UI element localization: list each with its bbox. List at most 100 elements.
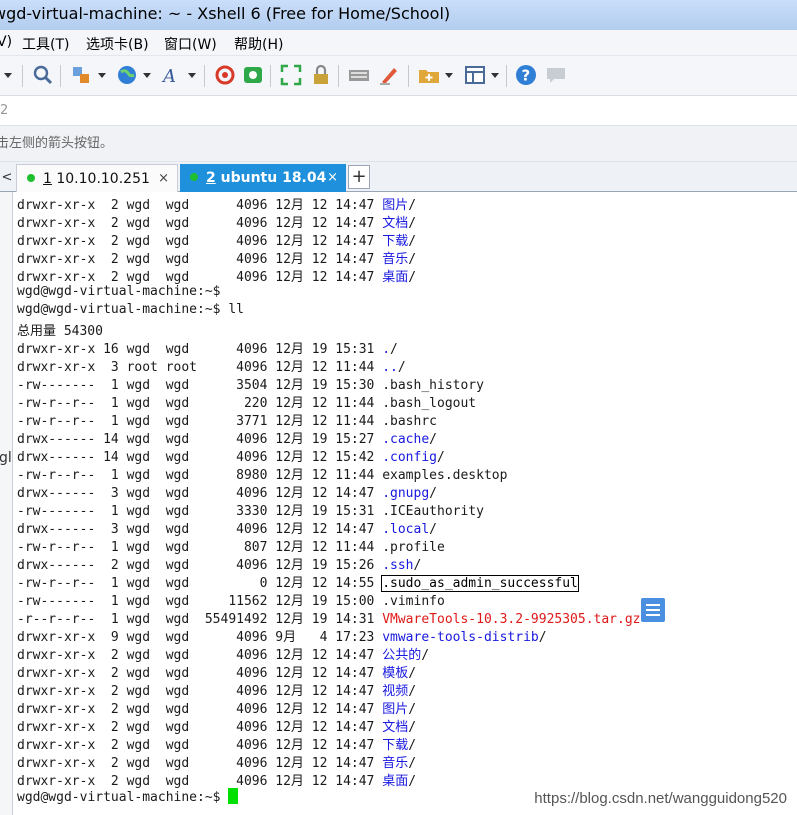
terminal-line: 总用量 54300 — [14, 320, 797, 339]
tab-session-1[interactable]: 1 10.10.10.251 × — [16, 164, 178, 192]
file-name: .bash_logout — [382, 396, 477, 411]
tab-number: 2 — [206, 170, 216, 186]
file-name: 公共的 — [382, 648, 422, 663]
tab-session-2[interactable]: 2 ubuntu 18.04 × — [180, 164, 346, 192]
tab-bar: < 1 10.10.10.251 × 2 ubuntu 18.04 × + — [0, 162, 797, 192]
terminal-output[interactable]: drwxr-xr-x 2 wgd wgd 4096 12月 12 14:47 图… — [14, 192, 797, 815]
terminal-line-text: wgd@wgd-virtual-machine:~$ ll — [17, 302, 244, 317]
terminal-cursor — [228, 788, 239, 804]
terminal-line: drwxr-xr-x 2 wgd wgd 4096 12月 12 14:47 桌… — [14, 770, 797, 789]
toolbar-separator — [22, 65, 23, 87]
terminal-line-text: drwxr-xr-x 2 wgd wgd 4096 12月 12 14:47 — [17, 720, 383, 735]
address-bar[interactable]: 2 — [0, 96, 797, 126]
file-name: .ssh — [382, 558, 414, 573]
caret-icon[interactable] — [491, 73, 499, 78]
terminal-line: drwxr-xr-x 16 wgd wgd 4096 12月 19 15:31 … — [14, 338, 797, 357]
file-name: examples.desktop — [382, 468, 508, 483]
menu-item-tabs[interactable]: 选项卡(B) — [86, 34, 149, 54]
caret-icon[interactable] — [445, 73, 453, 78]
terminal-line: drwx------ 3 wgd wgd 4096 12月 12 14:47 .… — [14, 482, 797, 501]
terminal-line-text: drwx------ 14 wgd wgd 4096 12月 12 15:42 — [17, 450, 383, 465]
transfer-icon[interactable] — [70, 64, 92, 86]
terminal-line-text: drwxr-xr-x 3 root root 4096 12月 12 11:44 — [17, 360, 383, 375]
close-tab-icon[interactable]: × — [158, 165, 169, 193]
menu-item-help[interactable]: 帮助(H) — [234, 34, 283, 54]
terminal-line: drwxr-xr-x 2 wgd wgd 4096 12月 12 14:47 模… — [14, 662, 797, 681]
file-suffix: / — [408, 270, 417, 285]
terminal-line: drwxr-xr-x 2 wgd wgd 4096 12月 12 14:47 下… — [14, 230, 797, 249]
terminal-line: -r--r--r-- 1 wgd wgd 55491492 12月 19 14:… — [14, 608, 797, 627]
add-tab-button[interactable]: + — [348, 165, 370, 189]
menu-item-window[interactable]: 窗口(W) — [164, 34, 217, 54]
highlight-icon[interactable] — [378, 64, 400, 86]
terminal-lines: drwxr-xr-x 2 wgd wgd 4096 12月 12 14:47 图… — [14, 194, 797, 789]
file-name: 图片 — [382, 198, 409, 213]
file-name: .local — [382, 522, 430, 537]
terminal-line: drwx------ 3 wgd wgd 4096 12月 12 14:47 .… — [14, 518, 797, 537]
svg-text:?: ? — [522, 67, 531, 85]
file-name: vmware-tools-distrib — [382, 630, 539, 645]
session-manager-panel[interactable]: gl — [0, 162, 13, 815]
xftp-icon[interactable] — [214, 64, 236, 86]
terminal-line-text: drwxr-xr-x 2 wgd wgd 4096 12月 12 14:47 — [17, 774, 383, 789]
file-name: .. — [382, 360, 398, 375]
xmanager-icon[interactable] — [242, 64, 264, 86]
close-tab-icon[interactable]: × — [327, 164, 338, 192]
globe-icon[interactable] — [116, 64, 138, 86]
file-suffix: / — [408, 774, 417, 789]
caret-icon[interactable] — [188, 73, 196, 78]
connected-status-icon — [190, 173, 198, 181]
terminal-line: -rw-r--r-- 1 wgd wgd 3771 12月 12 11:44 .… — [14, 410, 797, 429]
file-name: 音乐 — [382, 756, 409, 771]
terminal-line: -rw------- 1 wgd wgd 11562 12月 19 15:00 … — [14, 590, 797, 609]
caret-icon[interactable] — [4, 73, 12, 78]
toolbar-separator — [408, 65, 409, 87]
terminal-line-text: drwxr-xr-x 2 wgd wgd 4096 12月 12 14:47 — [17, 234, 383, 249]
file-name: 模板 — [382, 666, 409, 681]
file-suffix: / — [538, 630, 547, 645]
terminal-line-text: -rw------- 1 wgd wgd 3330 12月 19 15:31 — [17, 504, 383, 519]
file-name: .sudo_as_admin_successful — [381, 575, 579, 592]
menu-item-tools[interactable]: 工具(T) — [22, 34, 69, 54]
svg-text:A: A — [161, 66, 176, 86]
fullscreen-icon[interactable] — [280, 64, 302, 86]
terminal-line: drwxr-xr-x 3 root root 4096 12月 12 11:44… — [14, 356, 797, 375]
terminal-line-text: drwx------ 2 wgd wgd 4096 12月 19 15:26 — [17, 558, 383, 573]
file-name: .cache — [382, 432, 430, 447]
caret-icon[interactable] — [143, 73, 151, 78]
floating-notes-icon[interactable] — [641, 598, 665, 622]
chat-icon[interactable] — [545, 64, 567, 86]
terminal-line-text: drwxr-xr-x 2 wgd wgd 4096 12月 12 14:47 — [17, 648, 383, 663]
font-icon[interactable]: A — [161, 64, 183, 86]
file-suffix: / — [408, 684, 417, 699]
menu-item-view[interactable]: V) — [0, 34, 12, 50]
connected-status-icon — [27, 174, 35, 182]
file-suffix: / — [390, 342, 398, 357]
layout-icon[interactable] — [464, 64, 486, 86]
tab-label: 10.10.10.251 — [51, 171, 150, 187]
file-name: 文档 — [382, 720, 409, 735]
help-icon[interactable]: ? — [515, 64, 537, 86]
tab-nav-button[interactable]: < — [0, 167, 14, 189]
terminal-prompt: wgd@wgd-virtual-machine:~$ — [17, 790, 229, 805]
toolbar-separator — [204, 65, 205, 87]
keyboard-icon[interactable] — [348, 64, 370, 86]
terminal-line: drwxr-xr-x 2 wgd wgd 4096 12月 12 14:47 图… — [14, 194, 797, 213]
terminal-line: drwxr-xr-x 2 wgd wgd 4096 12月 12 14:47 下… — [14, 734, 797, 753]
file-name: 图片 — [382, 702, 409, 717]
file-suffix: / — [429, 522, 437, 537]
file-name: 下载 — [382, 738, 409, 753]
toolbar-separator — [338, 65, 339, 87]
toolbar-separator — [270, 65, 271, 87]
new-folder-icon[interactable] — [418, 64, 440, 86]
file-name: .profile — [382, 540, 445, 555]
toolbar-separator — [506, 65, 507, 87]
search-icon[interactable] — [32, 64, 54, 86]
file-suffix: / — [408, 198, 417, 213]
lock-icon[interactable] — [310, 64, 332, 86]
caret-icon[interactable] — [98, 73, 106, 78]
terminal-line: -rw-r--r-- 1 wgd wgd 8980 12月 12 11:44 e… — [14, 464, 797, 483]
terminal-line-text: -rw-r--r-- 1 wgd wgd 8980 12月 12 11:44 — [17, 468, 383, 483]
terminal-line: drwxr-xr-x 9 wgd wgd 4096 9月 4 17:23 vmw… — [14, 626, 797, 645]
terminal-line: drwx------ 2 wgd wgd 4096 12月 19 15:26 .… — [14, 554, 797, 573]
